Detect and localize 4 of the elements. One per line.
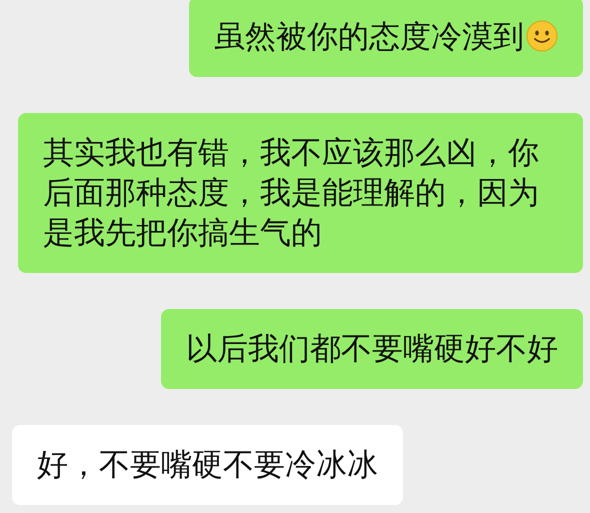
message-bubble: 以后我们都不要嘴硬好不好 bbox=[161, 309, 583, 389]
message-bubble: 虽然被你的态度冷漠到 bbox=[189, 0, 583, 77]
message-bubble: 其实我也有错，我不应该那么凶，你后面那种态度，我是能理解的，因为是我先把你搞生气的 bbox=[18, 113, 583, 273]
message-bubble: 好，不要嘴硬不要冷冰冰 bbox=[12, 425, 403, 505]
